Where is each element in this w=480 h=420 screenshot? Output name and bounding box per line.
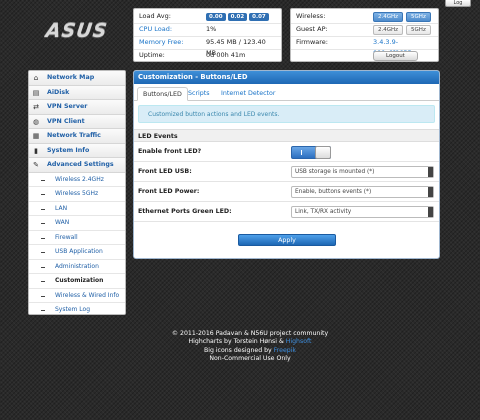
load-avg-label: Load Avg: <box>139 12 171 20</box>
sidebar-item-customization[interactable]: Customization <box>29 274 125 289</box>
dropdown-arrow-icon <box>428 207 433 217</box>
firmware-label: Firmware: <box>296 38 328 46</box>
sidebar-item-wireless-24ghz[interactable]: Wireless 2.4GHz <box>29 172 125 187</box>
load-avg-row: Load Avg: 0.00 0.02 0.07 <box>139 11 277 22</box>
system-status-panel: Load Avg: 0.00 0.02 0.07 CPU Load: 1% Memo… <box>133 8 282 62</box>
footer-highcharts-text: Highcharts by Torstein Hønsi & <box>188 338 286 346</box>
front-led-toggle[interactable] <box>291 146 331 159</box>
load-avg-15: 0.07 <box>249 13 269 21</box>
cpu-load-link[interactable]: CPU Load: <box>139 24 172 35</box>
highsoft-link[interactable]: Highsoft <box>286 338 312 345</box>
wireless-24ghz-button[interactable]: 2.4GHz <box>373 12 404 22</box>
sidebar: ⌂ Network Map ▤ AiDisk ⇄ VPN Server ◍ VP… <box>28 70 126 315</box>
front-led-label: Enable front LED? <box>138 148 202 155</box>
footer-license: Non-Commercial Use Only <box>209 354 291 362</box>
tab-buttons-led[interactable]: Buttons/LED <box>137 87 188 101</box>
wireless-row: Wireless: 2.4GHz 5GHz <box>296 11 434 22</box>
sidebar-item-aidisk[interactable]: ▤ AiDisk <box>29 85 125 100</box>
freepik-link[interactable]: Freepik <box>274 347 296 354</box>
sidebar-item-network-traffic[interactable]: ▦ Network Traffic <box>29 129 125 144</box>
field-row-front-led: Enable front LED? <box>134 142 439 162</box>
cpu-load-row: CPU Load: 1% <box>139 24 277 35</box>
tab-bar: Buttons/LED Scripts Internet Detector <box>134 84 439 101</box>
front-led-power-select[interactable]: Enable, buttons events (*) <box>291 186 434 198</box>
wireless-5ghz-button[interactable]: 5GHz <box>406 12 431 22</box>
logout-button[interactable]: Logout <box>373 51 418 61</box>
wireless-label: Wireless: <box>296 12 326 20</box>
dropdown-arrow-icon <box>428 167 433 177</box>
load-avg-1: 0.00 <box>206 13 226 21</box>
home-icon: ⌂ <box>33 74 39 82</box>
log-button[interactable]: Log <box>445 0 471 7</box>
ethernet-green-led-select[interactable]: Link, TX/RX activity <box>291 206 434 218</box>
sidebar-item-vpn-client[interactable]: ◍ VPN Client <box>29 114 125 129</box>
uptime-label: Uptime: <box>139 51 165 59</box>
footer-icons-text: Big icons designed by <box>203 346 274 354</box>
sidebar-item-wan[interactable]: WAN <box>29 216 125 231</box>
load-avg-5: 0.02 <box>227 13 248 21</box>
sidebar-item-network-map[interactable]: ⌂ Network Map <box>29 71 125 86</box>
guest-ap-label: Guest AP: <box>296 25 328 33</box>
memory-free-link[interactable]: Memory Free: <box>139 37 183 48</box>
disk-icon: ▤ <box>32 88 40 97</box>
sidebar-item-wireless-wired-info[interactable]: Wireless & Wired Info <box>29 288 125 303</box>
apply-button[interactable]: Apply <box>238 234 336 246</box>
front-led-usb-label: Front LED USB: <box>138 168 192 175</box>
info-icon: ▮ <box>34 146 38 155</box>
tab-scripts[interactable]: Scripts <box>183 87 215 101</box>
memory-row: Memory Free: 95.45 MB / 123.40 MB <box>139 37 277 57</box>
sidebar-item-system-log[interactable]: System Log <box>29 303 125 314</box>
vpn-server-icon: ⇄ <box>33 103 39 111</box>
guest-5ghz-button[interactable]: 5GHz <box>406 25 431 35</box>
section-header-led-events: LED Events <box>134 129 439 142</box>
sidebar-item-administration[interactable]: Administration <box>29 259 125 274</box>
main-panel: Customization - Buttons/LED Buttons/LED … <box>133 70 440 259</box>
sidebar-item-vpn-server[interactable]: ⇄ VPN Server <box>29 100 125 115</box>
traffic-icon: ▦ <box>32 132 40 140</box>
front-led-power-label: Front LED Power: <box>138 188 200 195</box>
footer-copyright: © 2011-2016 Padavan & N56U project commu… <box>171 330 329 337</box>
guest-ap-row: Guest AP: 2.4GHz 5GHz <box>296 24 434 35</box>
sidebar-item-wireless-5ghz[interactable]: Wireless 5GHz <box>29 187 125 202</box>
uptime-value: 0d 00h 41m <box>206 51 246 59</box>
uptime-row: Uptime: 0d 00h 41m <box>139 50 277 61</box>
cpu-load-value: 1% <box>206 25 217 33</box>
sidebar-item-system-info[interactable]: ▮ System Info <box>29 143 125 158</box>
field-row-front-led-power: Front LED Power: Enable, buttons events … <box>134 182 439 202</box>
toggle-knob <box>315 146 331 159</box>
globe-icon: ◍ <box>32 117 40 126</box>
sidebar-item-lan[interactable]: LAN <box>29 201 125 216</box>
sidebar-item-usb-application[interactable]: USB Application <box>29 245 125 260</box>
ethernet-green-led-label: Ethernet Ports Green LED: <box>138 208 232 215</box>
page-title: Customization - Buttons/LED <box>134 71 439 84</box>
asus-logo: ASUS <box>44 20 110 42</box>
firmware-row: Firmware: 3.4.3.9-099_6f8655c <box>296 37 434 57</box>
wrench-icon: ✎ <box>33 161 39 169</box>
field-row-ethernet-green-led: Ethernet Ports Green LED: Link, TX/RX ac… <box>134 202 439 222</box>
dropdown-arrow-icon <box>428 187 433 197</box>
field-row-front-led-usb: Front LED USB: USB storage is mounted (*… <box>134 162 439 182</box>
guest-24ghz-button[interactable]: 2.4GHz <box>373 25 404 35</box>
tab-internet-detector[interactable]: Internet Detector <box>216 87 280 101</box>
info-alert: Customized button actions and LED events… <box>138 105 435 123</box>
front-led-usb-select[interactable]: USB storage is mounted (*) <box>291 166 434 178</box>
sidebar-item-advanced-settings[interactable]: ✎ Advanced Settings <box>29 158 125 173</box>
sidebar-item-firewall[interactable]: Firewall <box>29 230 125 245</box>
footer: © 2011-2016 Padavan & N56U project commu… <box>130 330 370 363</box>
network-status-panel: Wireless: 2.4GHz 5GHz Guest AP: 2.4GHz 5GH… <box>290 8 439 62</box>
